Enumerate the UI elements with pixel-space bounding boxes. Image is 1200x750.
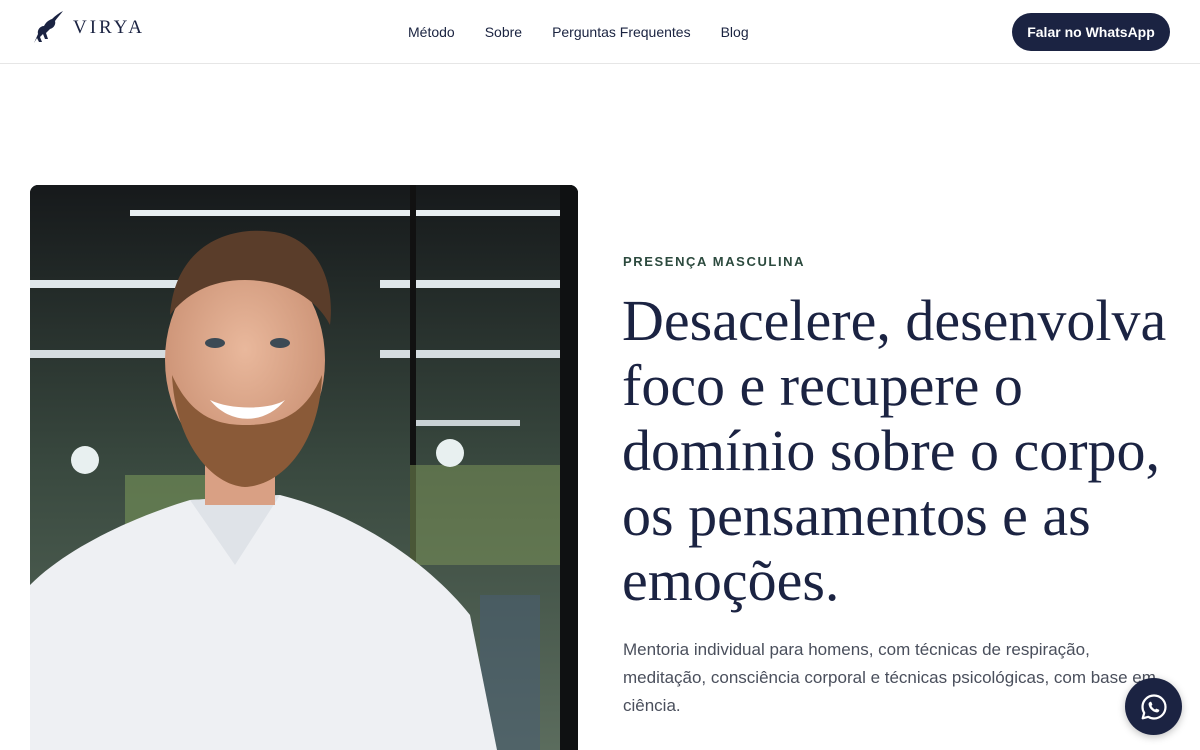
brand-logo[interactable]: VIRYA: [29, 10, 145, 46]
site-header: VIRYA Método Sobre Perguntas Frequentes …: [0, 0, 1200, 64]
hero-headline: Desacelere, desenvolva foco e recupere o…: [622, 288, 1167, 613]
nav-item-metodo[interactable]: Método: [408, 22, 455, 42]
main-nav: Método Sobre Perguntas Frequentes Blog: [408, 22, 779, 42]
nav-item-sobre[interactable]: Sobre: [485, 22, 522, 42]
monkey-silhouette-icon: [34, 11, 63, 43]
hero-subtitle: Mentoria individual para homens, com téc…: [623, 640, 1156, 715]
nav-item-faq[interactable]: Perguntas Frequentes: [552, 22, 691, 42]
nav-item-blog[interactable]: Blog: [721, 22, 749, 42]
floating-whatsapp-button[interactable]: [1125, 678, 1182, 735]
whatsapp-icon: [1140, 693, 1167, 720]
brand-name: VIRYA: [73, 17, 146, 38]
whatsapp-cta-button[interactable]: Falar no WhatsApp: [1012, 13, 1170, 51]
hero-portrait-photo: [30, 185, 578, 750]
hero-eyebrow: PRESENÇA MASCULINA: [623, 254, 806, 269]
